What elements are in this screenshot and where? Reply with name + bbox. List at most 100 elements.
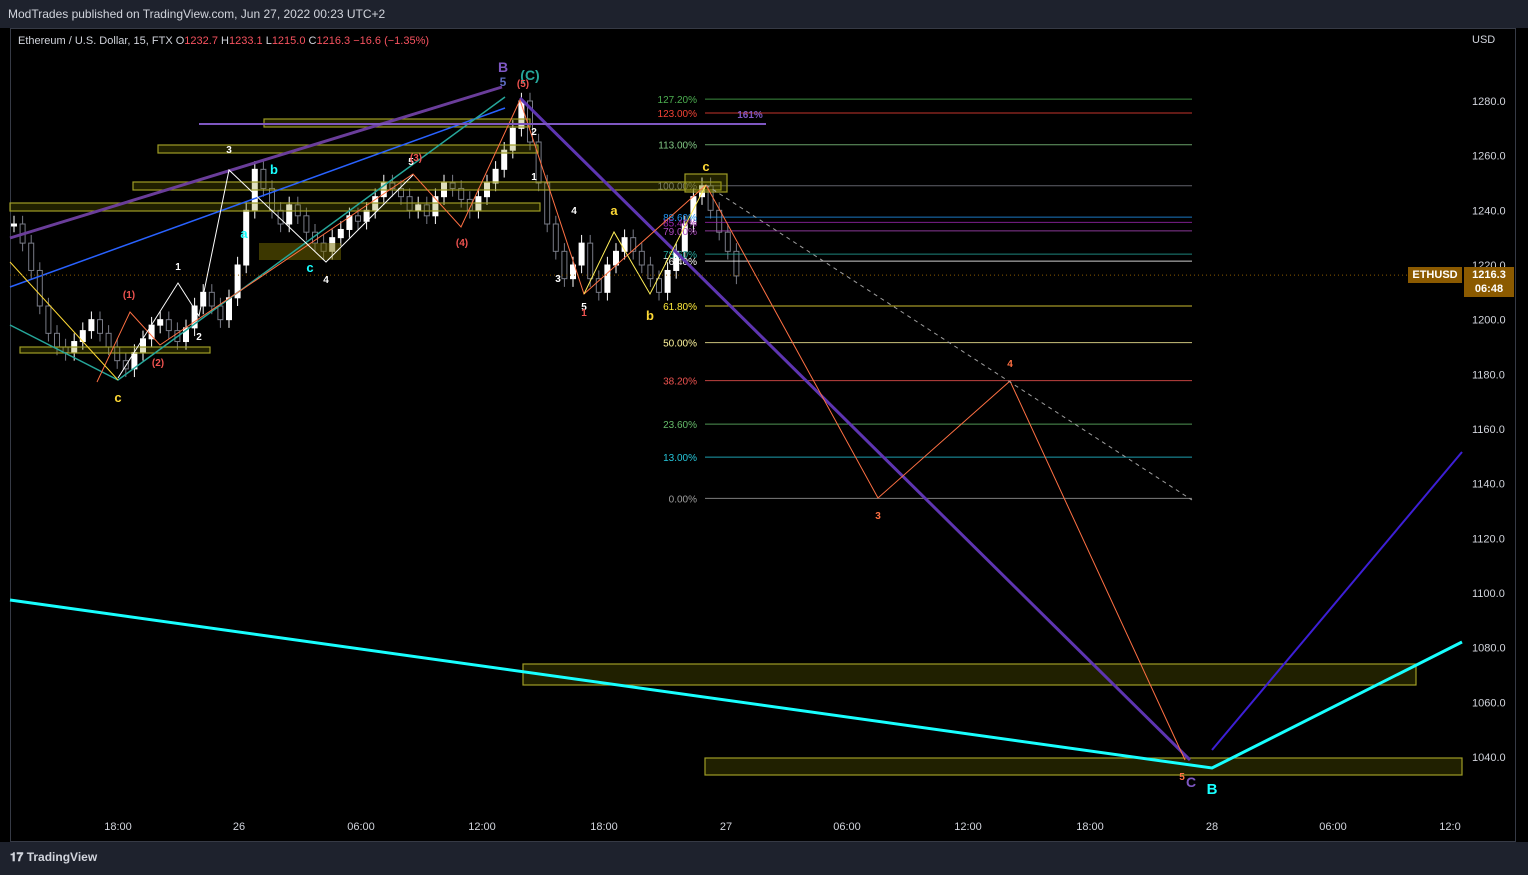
- y-tick-label: 1160.0: [1472, 424, 1505, 436]
- wave-label: 3: [226, 145, 232, 156]
- x-tick-label: 27: [720, 821, 732, 833]
- wave-label: (4): [456, 238, 468, 249]
- close-value: 1216.3: [316, 35, 351, 47]
- bottom-bar: [0, 842, 1528, 875]
- x-tick-label: 18:00: [104, 821, 132, 833]
- x-tick-label: 26: [233, 821, 245, 833]
- wave-label: a: [240, 226, 248, 241]
- wave-label: (3): [410, 153, 422, 164]
- fib-level-label: 38.20%: [663, 377, 697, 388]
- wave-label: b: [646, 308, 654, 323]
- high-value: 1233.1: [228, 35, 263, 47]
- wave-label: 2: [531, 127, 537, 138]
- y-tick-label: 1260.0: [1472, 151, 1506, 163]
- high-label: H: [221, 35, 229, 47]
- wave-label: B: [1207, 781, 1218, 798]
- chart-canvas[interactable]: 127.20%123.00%113.00%100.00%88.60%85.40%…: [0, 0, 1528, 875]
- y-tick-label: 1280.0: [1472, 96, 1506, 108]
- wave-label: 161%: [737, 110, 763, 121]
- candle-body: [226, 297, 232, 321]
- wave-label: 3: [875, 511, 881, 522]
- candle-body: [11, 223, 17, 227]
- x-tick-label: 06:00: [1319, 821, 1347, 833]
- zone-box: [9, 202, 541, 212]
- y-tick-label: 1180.0: [1472, 369, 1505, 381]
- y-tick-label: 1080.0: [1472, 643, 1506, 655]
- x-tick-label: 18:00: [590, 821, 618, 833]
- candle-body: [664, 269, 671, 293]
- candle-body: [613, 250, 619, 266]
- tv-logo-icon: 𝟏𝟕: [10, 850, 24, 864]
- y-tick-label: 1060.0: [1472, 697, 1506, 709]
- candle-body: [733, 250, 740, 277]
- x-tick-label: 12:00: [954, 821, 982, 833]
- wave-label: (1): [123, 290, 135, 301]
- wave-label: (5): [517, 79, 529, 90]
- change-value: −16.6 (−1.35%): [353, 35, 430, 47]
- wave-label: 5: [500, 75, 507, 89]
- wave-label: c: [306, 260, 313, 275]
- wave-label: (2): [152, 358, 164, 369]
- fib-level-label: 50.00%: [663, 339, 697, 350]
- candle-body: [337, 228, 344, 239]
- last-price-box: 1216.3 06:48: [1464, 267, 1514, 297]
- chart-legend: Ethereum / U.S. Dollar, 15, FTX O1232.7 …: [18, 35, 429, 47]
- fib-level-label: 61.80%: [663, 302, 697, 313]
- wave-label: a: [610, 203, 618, 218]
- y-tick-label: 1120.0: [1472, 533, 1505, 545]
- brand-label: TradingView: [26, 850, 98, 864]
- fib-level-label: 13.00%: [663, 453, 697, 464]
- candle-body: [724, 231, 731, 252]
- y-tick-label: 1140.0: [1472, 479, 1505, 491]
- x-tick-label: 28: [1206, 821, 1218, 833]
- zone-box: [684, 173, 728, 193]
- currency-label: USD: [1472, 34, 1496, 46]
- tradingview-logo: 𝟏𝟕 TradingView: [10, 850, 97, 865]
- wave-label: 1: [581, 308, 587, 319]
- candle-body: [54, 332, 60, 348]
- wave-label: 5: [1179, 772, 1185, 783]
- wave-label: b: [270, 162, 278, 177]
- fib-level-label: 0.00%: [669, 494, 697, 505]
- wave-label: 2: [196, 332, 202, 343]
- candle-body: [561, 250, 568, 280]
- fib-level-label: 23.60%: [663, 420, 697, 431]
- candle-body: [165, 319, 172, 332]
- fib-level-label: 127.20%: [658, 95, 698, 106]
- wave-label: 1: [175, 262, 181, 273]
- open-value: 1232.7: [184, 35, 218, 47]
- candle-body: [157, 319, 164, 326]
- wave-label: B: [498, 59, 508, 75]
- ticker-badge: ETHUSD: [1408, 267, 1462, 283]
- candle-body: [105, 332, 112, 348]
- y-tick-label: 1100.0: [1472, 588, 1505, 600]
- wave-label: C: [1186, 774, 1196, 790]
- wave-label: c: [702, 159, 709, 174]
- candle-body: [88, 319, 95, 332]
- candle-body: [303, 215, 310, 233]
- y-tick-label: 1200.0: [1472, 315, 1506, 327]
- zone-box: [704, 757, 1463, 776]
- candle-body: [630, 237, 637, 252]
- x-tick-label: 06:00: [347, 821, 375, 833]
- fib-level-label: 123.00%: [658, 109, 698, 120]
- open-label: O: [175, 35, 185, 47]
- candle-body: [492, 168, 499, 184]
- wave-label: 4: [1007, 359, 1013, 370]
- candle-body: [217, 305, 224, 321]
- zone-box: [259, 243, 341, 260]
- candle-body: [578, 242, 585, 266]
- x-tick-label: 06:00: [833, 821, 861, 833]
- candle-body: [647, 264, 654, 280]
- wave-label: 1: [531, 172, 537, 183]
- fib-level-label: 113.00%: [658, 141, 697, 152]
- bar-countdown: 06:48: [1474, 283, 1504, 295]
- candle-body: [638, 250, 645, 266]
- candle-body: [97, 319, 103, 334]
- low-value: 1215.0: [271, 35, 306, 47]
- symbol-title: Ethereum / U.S. Dollar, 15, FTX: [18, 35, 173, 47]
- candle-body: [552, 223, 559, 252]
- x-tick-label: 12:00: [468, 821, 496, 833]
- wave-label: 4: [571, 206, 577, 217]
- wave-label: 3: [555, 274, 561, 285]
